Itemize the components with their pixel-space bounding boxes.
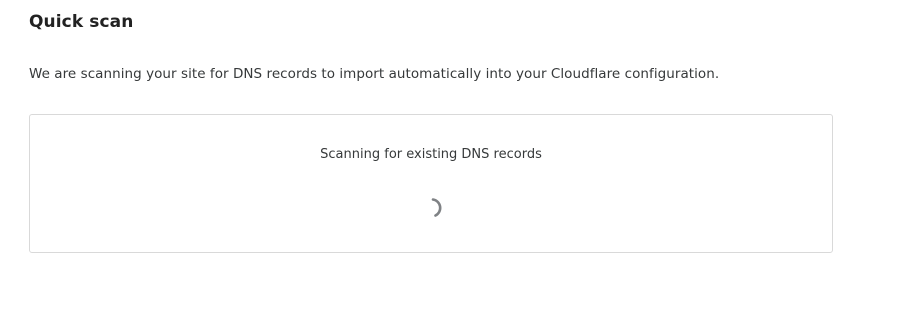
scan-status-text: Scanning for existing DNS records	[320, 147, 542, 162]
scan-status-card: Scanning for existing DNS records	[29, 114, 833, 253]
loading-spinner-icon	[431, 198, 442, 217]
page-title: Quick scan	[29, 12, 134, 32]
quick-scan-page: Quick scan We are scanning your site for…	[0, 0, 899, 313]
scan-description: We are scanning your site for DNS record…	[29, 66, 720, 82]
